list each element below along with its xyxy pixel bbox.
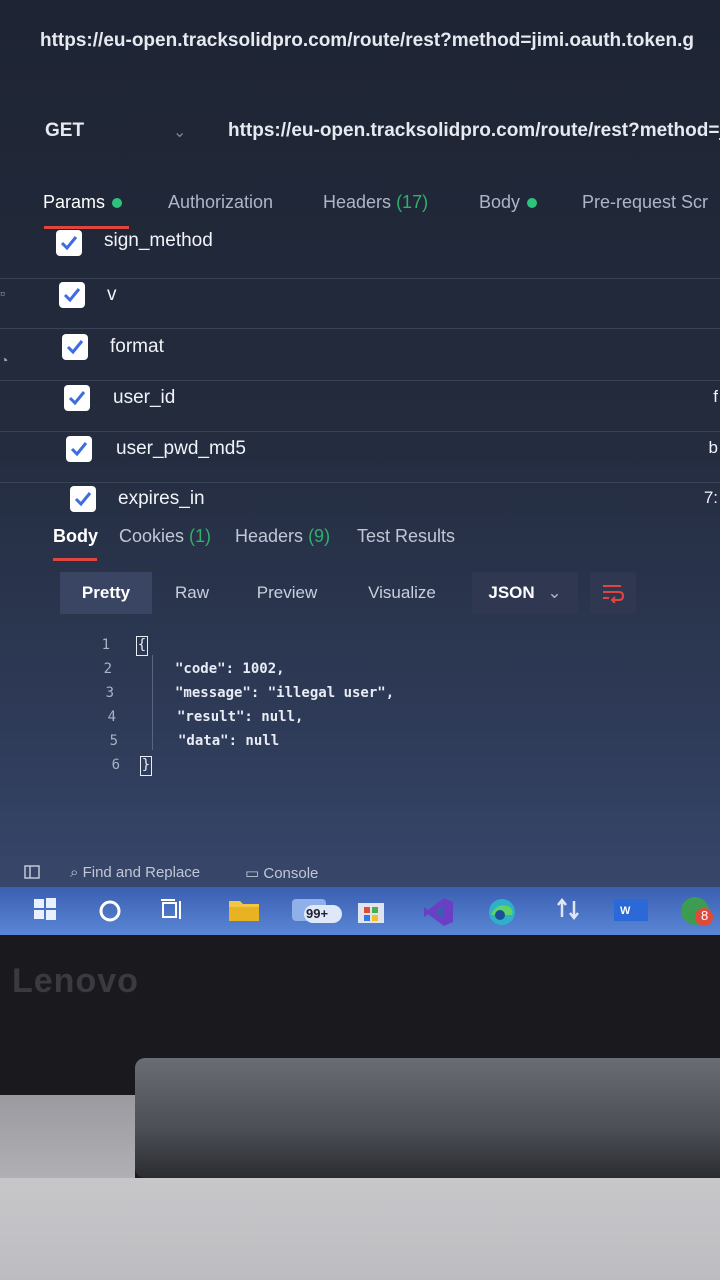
console-button[interactable]: ▭ Console: [245, 864, 318, 882]
visual-studio-icon[interactable]: [422, 897, 454, 926]
tab-test-results[interactable]: Test Results: [357, 526, 455, 547]
search-circle-icon[interactable]: [96, 897, 124, 925]
preview-button[interactable]: Preview: [236, 572, 338, 614]
request-tabs: Params Authorization Headers (17) Body P…: [43, 192, 720, 224]
request-row: GET ⌄ https://eu-open.tracksolidpro.com/…: [45, 118, 720, 148]
mail-app-icon[interactable]: 99+: [290, 893, 346, 923]
code-line: "message": "illegal user",: [175, 685, 395, 701]
checkbox[interactable]: [70, 486, 96, 512]
desk-surface: [0, 1178, 720, 1280]
line-number: 4: [107, 709, 116, 725]
sort-arrows-icon[interactable]: [556, 897, 580, 925]
format-select[interactable]: JSON ⌄: [472, 572, 578, 614]
code-line: "data": null: [178, 733, 280, 749]
checkbox[interactable]: [62, 334, 88, 360]
line-number: 6: [111, 757, 120, 773]
param-name[interactable]: sign_method: [104, 230, 213, 252]
address-bar-url[interactable]: https://eu-open.tracksolidpro.com/route/…: [40, 30, 694, 52]
table-row: sign_method: [0, 228, 720, 279]
tab-params[interactable]: Params: [43, 192, 123, 213]
taskbar: 99+ W 8: [0, 887, 720, 935]
table-row: v: [0, 278, 720, 329]
status-dot-icon: [527, 198, 538, 209]
line-number: 3: [105, 685, 114, 701]
open-brace: {: [136, 636, 148, 656]
tab-prerequest[interactable]: Pre-request Scr: [582, 192, 708, 213]
screen: https://eu-open.tracksolidpro.com/route/…: [0, 0, 720, 935]
headers-count: (17): [396, 192, 429, 212]
tab-cookies[interactable]: Cookies (1): [119, 526, 211, 547]
raw-button[interactable]: Raw: [156, 572, 228, 614]
line-number: 5: [109, 733, 118, 749]
close-brace: }: [140, 756, 152, 776]
layout-icon[interactable]: [24, 865, 40, 883]
param-name[interactable]: expires_in: [118, 488, 205, 510]
checkbox[interactable]: [66, 436, 92, 462]
table-row: user_id f: [0, 381, 720, 432]
word-icon[interactable]: W: [612, 897, 650, 925]
task-view-icon[interactable]: [160, 897, 186, 925]
method-select[interactable]: GET: [45, 120, 84, 142]
param-name[interactable]: format: [110, 336, 164, 358]
param-value[interactable]: f: [713, 387, 718, 407]
line-number: 1: [101, 637, 110, 653]
tab-body[interactable]: Body: [479, 192, 538, 213]
table-row: format: [0, 330, 720, 381]
svg-text:W: W: [620, 905, 631, 917]
chat-badge: 8: [701, 908, 709, 923]
edge-browser-icon[interactable]: [486, 897, 518, 925]
windows-start-icon[interactable]: [33, 897, 57, 925]
find-replace-button[interactable]: ⌕ Find and Replace: [70, 864, 200, 881]
status-bar: ⌕ Find and Replace ▭ Console: [0, 860, 720, 886]
notification-badge: 99+: [306, 906, 329, 921]
status-dot-icon: [112, 198, 123, 209]
tab-response-body[interactable]: Body: [53, 526, 98, 547]
param-name[interactable]: user_id: [113, 387, 175, 409]
table-row: user_pwd_md5 b: [0, 432, 720, 483]
visualize-button[interactable]: Visualize: [348, 572, 456, 614]
pretty-button[interactable]: Pretty: [60, 572, 152, 614]
param-name[interactable]: v: [107, 284, 117, 306]
code-line: "result": null,: [177, 709, 304, 725]
store-icon[interactable]: [356, 897, 386, 925]
search-icon: ⌕: [70, 864, 79, 881]
param-value[interactable]: b: [709, 438, 718, 458]
response-tabs: Body Cookies (1) Headers (9) Test Result…: [53, 526, 713, 556]
console-icon: ▭: [245, 865, 260, 882]
code-line: "code": 1002,: [175, 661, 285, 677]
tab-authorization[interactable]: Authorization: [168, 192, 273, 213]
chevron-down-icon: ⌄: [547, 583, 562, 602]
checkbox[interactable]: [64, 385, 90, 411]
checkbox[interactable]: [56, 230, 82, 256]
wrap-lines-icon[interactable]: [590, 572, 636, 614]
active-tab-indicator: [53, 558, 97, 561]
tab-headers[interactable]: Headers (17): [323, 192, 428, 213]
view-mode-bar: Pretty Raw Preview Visualize JSON ⌄: [60, 572, 640, 616]
param-value[interactable]: 7:: [704, 488, 718, 508]
line-number: 2: [103, 661, 112, 677]
tab-response-headers[interactable]: Headers (9): [235, 526, 330, 547]
laptop-hinge: [135, 1058, 720, 1178]
brand-logo: Lenovo: [12, 962, 139, 1000]
indent-guide: [152, 655, 153, 750]
request-url-input[interactable]: https://eu-open.tracksolidpro.com/route/…: [228, 120, 720, 142]
table-row: expires_in 7:: [0, 482, 720, 532]
checkbox[interactable]: [59, 282, 85, 308]
whatsapp-icon[interactable]: 8: [680, 893, 716, 926]
file-explorer-icon[interactable]: [228, 897, 260, 925]
chevron-down-icon[interactable]: ⌄: [173, 122, 186, 142]
param-name[interactable]: user_pwd_md5: [116, 438, 246, 460]
